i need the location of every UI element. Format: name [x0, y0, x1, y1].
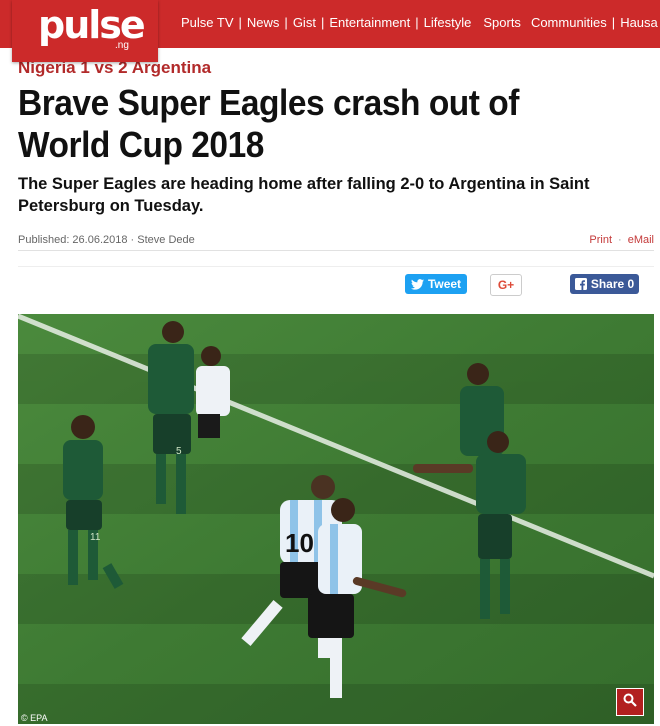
logo-wordmark: pulse	[38, 3, 146, 47]
article-photo[interactable]: 11 5 10 © EPA	[18, 314, 654, 724]
pulse-logo[interactable]: pulse .ng	[12, 0, 158, 62]
google-plus-button[interactable]: G+	[490, 274, 522, 296]
svg-text:11: 11	[90, 532, 101, 543]
published-date: Published: 26.06.2018	[18, 234, 128, 246]
football-match-photo: 11 5 10	[18, 314, 654, 724]
nav-item-hausa[interactable]: Hausa	[620, 15, 658, 30]
nav-item-lifestyle[interactable]: Lifestyle	[424, 15, 472, 30]
gplus-label: G+	[497, 278, 515, 292]
logo-tld: .ng	[115, 40, 129, 51]
nav-item-pulse-tv[interactable]: Pulse TV	[181, 15, 234, 30]
author-name[interactable]: · Steve Dede	[131, 234, 195, 246]
main-nav: Pulse TV | News | Gist | Entertainment | Lif…	[181, 14, 658, 30]
article-meta: Published: 26.06.2018 · Steve Dede Print…	[18, 230, 654, 251]
nav-item-gist[interactable]: Gist	[293, 15, 316, 30]
nav-item-entertainment[interactable]: Entertainment	[329, 15, 410, 30]
zoom-button[interactable]	[616, 688, 644, 716]
nav-item-sports[interactable]: Sports	[483, 15, 521, 30]
facebook-icon	[574, 278, 587, 290]
article-subhead: The Super Eagles are heading home after …	[18, 175, 590, 215]
twitter-bird-icon	[410, 278, 424, 290]
svg-text:10: 10	[285, 528, 314, 558]
photo-credit: © EPA	[21, 713, 48, 723]
svg-text:5: 5	[176, 446, 182, 457]
nav-item-news[interactable]: News	[247, 15, 280, 30]
share-bar: Tweet G+ Share 0	[18, 266, 654, 301]
nav-item-communities[interactable]: Communities	[531, 15, 607, 30]
print-link[interactable]: Print	[589, 234, 612, 246]
facebook-share-label: Share 0	[590, 277, 635, 291]
tweet-button[interactable]: Tweet	[405, 274, 467, 294]
facebook-share-button[interactable]: Share 0	[570, 274, 639, 294]
article-headline: Brave Super Eagles crash out of World Cu…	[18, 82, 519, 165]
tweet-label: Tweet	[427, 277, 462, 291]
magnifier-icon	[623, 693, 637, 712]
email-link[interactable]: eMail	[628, 234, 654, 246]
